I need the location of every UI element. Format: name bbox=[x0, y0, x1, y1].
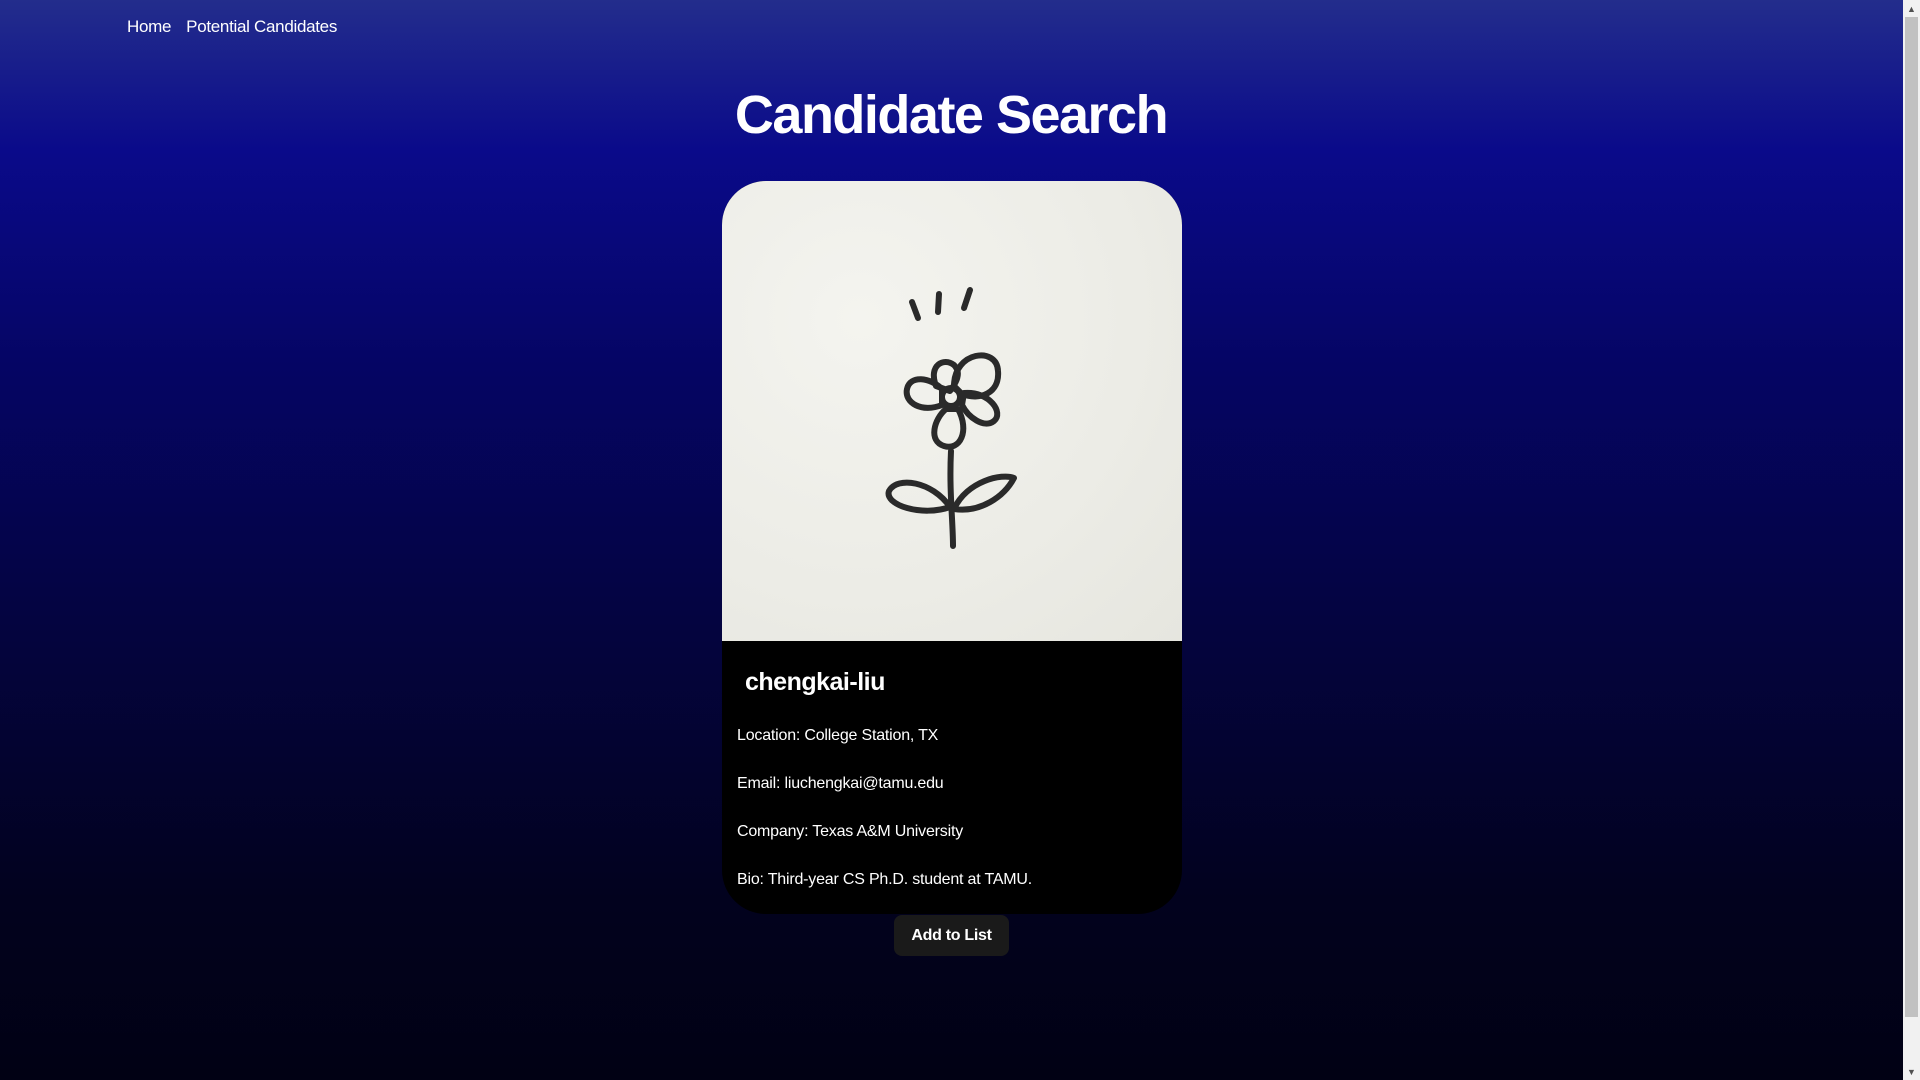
candidate-card bbox=[722, 181, 1182, 914]
candidate-location: Location: College Station, TX bbox=[737, 727, 939, 744]
scroll-down-arrow-icon[interactable]: ▼ bbox=[1903, 1063, 1920, 1080]
candidate-avatar bbox=[722, 181, 1182, 641]
top-nav: Home Potential Candidates bbox=[127, 17, 337, 37]
scroll-up-arrow-icon[interactable]: ▲ bbox=[1903, 0, 1920, 17]
vertical-scrollbar[interactable]: ▲ ▼ bbox=[1903, 0, 1920, 1080]
flower-icon bbox=[885, 287, 1017, 549]
candidate-email: Email: liuchengkai@tamu.edu bbox=[737, 775, 944, 792]
scrollbar-thumb[interactable] bbox=[1905, 17, 1918, 1017]
candidate-username: chengkai-liu bbox=[745, 668, 885, 696]
page-title: Candidate Search bbox=[734, 85, 1169, 145]
candidate-bio: Bio: Third-year CS Ph.D. student at TAMU… bbox=[737, 871, 1033, 888]
candidate-company: Company: Texas A&M University bbox=[737, 823, 963, 840]
add-to-list-button[interactable]: Add to List bbox=[894, 915, 1009, 956]
nav-link-potential-candidates[interactable]: Potential Candidates bbox=[186, 17, 337, 37]
nav-link-home[interactable]: Home bbox=[127, 17, 171, 37]
